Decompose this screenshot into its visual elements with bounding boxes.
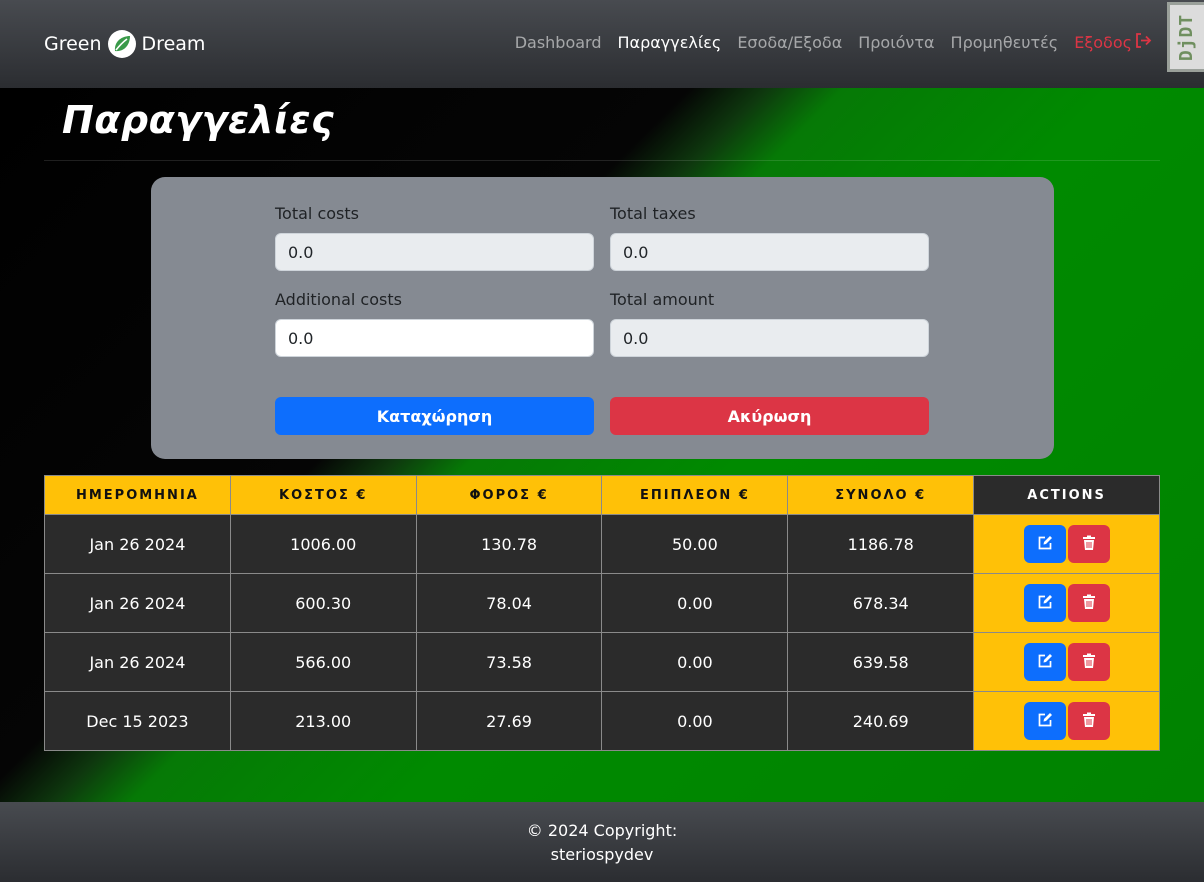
total-taxes-input[interactable]	[610, 233, 929, 271]
header-extra: ΕΠΙΠΛΕΟΝ €	[601, 475, 789, 515]
brand-name-left: Green	[44, 33, 102, 55]
edit-icon	[1037, 653, 1053, 672]
total-costs-input[interactable]	[275, 233, 594, 271]
title-divider	[44, 160, 1160, 161]
table-row: Jan 26 2024 1006.00 130.78 50.00 1186.78	[44, 514, 1160, 574]
nav-dashboard[interactable]: Dashboard	[515, 33, 602, 52]
cell-extra: 0.00	[601, 573, 789, 633]
cell-tax: 78.04	[415, 573, 603, 633]
cell-actions	[973, 632, 1160, 692]
additional-costs-label: Additional costs	[275, 290, 402, 309]
cancel-button[interactable]: Ακύρωση	[610, 397, 929, 435]
table-row: Jan 26 2024 600.30 78.04 0.00 678.34	[44, 573, 1160, 633]
nav-products[interactable]: Προιόντα	[858, 33, 934, 52]
cell-tax: 27.69	[415, 691, 603, 751]
cell-total: 240.69	[787, 691, 975, 751]
leaf-logo-icon	[107, 30, 136, 58]
total-amount-input[interactable]	[610, 319, 929, 357]
total-amount-label: Total amount	[610, 290, 715, 309]
submit-button[interactable]: Καταχώρηση	[275, 397, 594, 435]
nav-suppliers[interactable]: Προμηθευτές	[951, 33, 1059, 52]
cell-total: 1186.78	[787, 514, 975, 574]
cell-cost: 600.30	[229, 573, 417, 633]
table-row: Dec 15 2023 213.00 27.69 0.00 240.69	[44, 691, 1160, 751]
trash-icon	[1081, 653, 1097, 672]
nav-links: Dashboard Παραγγελίες Εσοδα/Εξοδα Προιόν…	[515, 33, 1152, 52]
edit-icon	[1037, 594, 1053, 613]
logout-icon	[1135, 33, 1152, 52]
footer-author-link[interactable]: steriospydev	[0, 845, 1204, 864]
header-actions: ACTIONS	[973, 475, 1160, 515]
trash-icon	[1081, 712, 1097, 731]
delete-button[interactable]	[1067, 643, 1110, 681]
djdt-label: DjDT	[1176, 13, 1198, 61]
table-row: Jan 26 2024 566.00 73.58 0.00 639.58	[44, 632, 1160, 692]
order-form-card: Total costs Total taxes Additional costs…	[151, 177, 1054, 459]
cell-actions	[973, 573, 1160, 633]
trash-icon	[1081, 594, 1097, 613]
nav-logout-label: Εξοδος	[1074, 33, 1132, 52]
header-total: ΣΥΝΟΛΟ €	[787, 475, 975, 515]
cell-date: Jan 26 2024	[44, 573, 231, 633]
cell-total: 639.58	[787, 632, 975, 692]
header-date: ΗΜΕΡΟΜΗΝΙΑ	[44, 475, 231, 515]
edit-button[interactable]	[1023, 584, 1066, 622]
edit-button[interactable]	[1023, 525, 1066, 563]
cell-date: Dec 15 2023	[44, 691, 231, 751]
cell-date: Jan 26 2024	[44, 514, 231, 574]
total-taxes-label: Total taxes	[610, 204, 696, 223]
cell-cost: 566.00	[229, 632, 417, 692]
nav-logout[interactable]: Εξοδος	[1074, 33, 1152, 52]
edit-button[interactable]	[1023, 702, 1066, 740]
django-debug-toolbar-handle[interactable]: DjDT	[1167, 2, 1204, 72]
cell-actions	[973, 514, 1160, 574]
cell-date: Jan 26 2024	[44, 632, 231, 692]
cell-extra: 50.00	[601, 514, 789, 574]
footer-copyright: © 2024 Copyright:	[526, 821, 678, 840]
table-header-row: ΗΜΕΡΟΜΗΝΙΑ ΚΟΣΤΟΣ € ΦΟΡΟΣ € ΕΠΙΠΛΕΟΝ € Σ…	[44, 475, 1160, 515]
delete-button[interactable]	[1067, 584, 1110, 622]
navbar: Green Dream Dashboard Παραγγελίες Εσοδα/…	[0, 0, 1204, 88]
brand-name-right: Dream	[141, 33, 206, 55]
orders-table: ΗΜΕΡΟΜΗΝΙΑ ΚΟΣΤΟΣ € ΦΟΡΟΣ € ΕΠΙΠΛΕΟΝ € Σ…	[44, 475, 1160, 751]
cell-actions	[973, 691, 1160, 751]
trash-icon	[1081, 535, 1097, 554]
header-cost: ΚΟΣΤΟΣ €	[229, 475, 417, 515]
page-title: Παραγγελίες	[62, 98, 335, 142]
cell-tax: 130.78	[415, 514, 603, 574]
cell-total: 678.34	[787, 573, 975, 633]
total-costs-label: Total costs	[275, 204, 359, 223]
additional-costs-input[interactable]	[275, 319, 594, 357]
nav-orders[interactable]: Παραγγελίες	[618, 33, 722, 52]
brand-link[interactable]: Green Dream	[44, 29, 205, 59]
delete-button[interactable]	[1067, 525, 1110, 563]
cell-extra: 0.00	[601, 632, 789, 692]
cell-cost: 213.00	[229, 691, 417, 751]
footer: © 2024 Copyright: steriospydev	[0, 802, 1204, 882]
cell-extra: 0.00	[601, 691, 789, 751]
header-tax: ΦΟΡΟΣ €	[415, 475, 603, 515]
nav-income-expenses[interactable]: Εσοδα/Εξοδα	[737, 33, 842, 52]
edit-button[interactable]	[1023, 643, 1066, 681]
cell-tax: 73.58	[415, 632, 603, 692]
edit-icon	[1037, 535, 1053, 554]
cell-cost: 1006.00	[229, 514, 417, 574]
edit-icon	[1037, 712, 1053, 731]
delete-button[interactable]	[1067, 702, 1110, 740]
